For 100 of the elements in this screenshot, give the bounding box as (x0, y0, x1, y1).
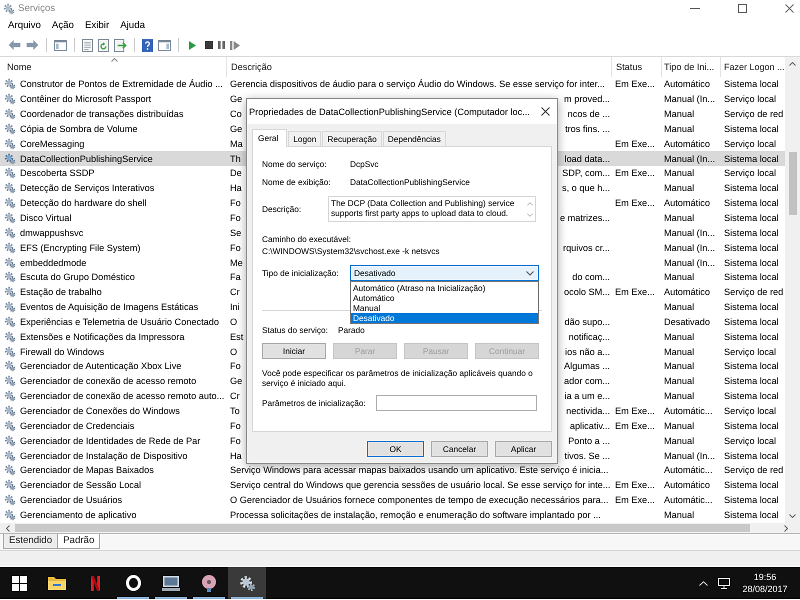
close-icon[interactable] (541, 107, 550, 116)
service-name[interactable]: embeddedmode (20, 258, 86, 268)
maximize-icon[interactable] (738, 4, 747, 13)
clock-time[interactable]: 19:56 (754, 571, 776, 583)
service-description: ocolo SM... (564, 287, 610, 298)
service-name[interactable]: Extensões e Notificações da Impressora (20, 332, 184, 342)
service-name[interactable]: Estação de trabalho (20, 287, 102, 298)
resume-icon[interactable] (230, 40, 240, 50)
view-tab[interactable]: Estendido (3, 534, 58, 549)
service-name[interactable]: Descoberta SSDP (20, 168, 95, 178)
dropdown-option[interactable]: Automático (Atraso na Inicialização) (351, 283, 538, 293)
dialog-button[interactable]: OK (367, 441, 424, 457)
pause-icon[interactable] (218, 41, 225, 49)
service-name[interactable]: Cópia de Sombra de Volume (20, 124, 138, 134)
service-name[interactable]: dmwappushsvc (20, 228, 84, 238)
dropdown-option[interactable]: Desativado (351, 313, 538, 323)
play-icon[interactable] (189, 40, 196, 50)
windows-icon[interactable] (12, 576, 26, 590)
export-icon[interactable] (114, 38, 127, 52)
service-name[interactable]: Gerenciador de Conexões do Windows (20, 406, 180, 416)
service-name[interactable]: Gerenciador de Sessão Local (20, 480, 142, 490)
service-name[interactable]: Gerenciador de Mapas Baixados (20, 465, 154, 476)
service-name[interactable]: Experiências e Telemetria de Usuário Conectado (20, 316, 220, 327)
service-name[interactable]: Detecção do hardware do shell (20, 198, 147, 208)
menu-item[interactable]: Ação (52, 20, 74, 31)
service-name[interactable]: Firewall do Windows (20, 346, 104, 357)
service-description: Serviço central do Windows que gerencia sessões de usuário local. Se esse serviço for inte... (230, 480, 610, 490)
service-name[interactable]: Detecção de Serviços Interativos (20, 183, 154, 194)
menu-item[interactable]: Ajuda (120, 20, 145, 31)
tab[interactable]: Geral (252, 129, 288, 147)
document-icon[interactable] (82, 38, 93, 52)
service-name[interactable]: Gerenciador de Credenciais (20, 420, 134, 431)
parameters-field[interactable] (376, 395, 537, 411)
column-header[interactable]: Status (612, 57, 662, 77)
chevron-up-icon[interactable] (699, 580, 708, 586)
service-name[interactable]: EFS (Encrypting File System) (20, 242, 140, 253)
column-header[interactable]: Nome (0, 57, 227, 77)
refresh-icon[interactable] (98, 38, 109, 52)
service-name[interactable]: CoreMessaging (20, 138, 84, 149)
close-icon[interactable] (785, 4, 794, 13)
menu-item[interactable]: Arquivo (8, 20, 41, 31)
service-name[interactable]: Gerenciador de Usuários (20, 495, 122, 506)
help-icon[interactable] (142, 38, 153, 52)
startup-type-dropdown[interactable]: Desativado (350, 265, 539, 281)
logon-account: Serviço local (724, 168, 776, 178)
service-name[interactable]: Gerenciador de Autenticação Xbox Live (20, 361, 182, 372)
logon-account: Sistema local (724, 242, 779, 253)
service-name[interactable]: DataCollectionPublishingService (20, 154, 153, 164)
clock-date[interactable]: 28/08/2017 (742, 583, 788, 595)
dropdown-option[interactable]: Automático (351, 293, 538, 303)
service-status: Em Exe... (615, 480, 655, 490)
logon-account: Sistema local (724, 495, 779, 506)
network-icon[interactable] (718, 578, 730, 588)
horizontal-scrollbar[interactable] (0, 523, 800, 533)
column-header[interactable]: Descrição (227, 57, 612, 77)
scroll-up-icon[interactable] (789, 62, 796, 66)
back-icon[interactable] (8, 40, 21, 50)
field-label: Tipo de inicialização: (262, 268, 340, 278)
scrollbar-thumb[interactable] (788, 152, 796, 215)
startup-type: Manual (664, 124, 694, 134)
pane-window-icon[interactable] (158, 40, 171, 50)
scrollbar-thumb[interactable] (15, 524, 750, 532)
dialog-button[interactable]: Aplicar (495, 441, 552, 457)
column-header[interactable]: Tipo de Ini... (662, 57, 721, 77)
service-description: Gerencia dispositivos de áudio para o serviço Áudio do Windows. Se esse serviço for inter... (230, 79, 605, 90)
tab[interactable]: Recuperação (322, 131, 382, 146)
service-name[interactable]: Coordenador de transações distribuídas (20, 109, 184, 120)
field-value: DataCollectionPublishingService (350, 177, 470, 187)
service-control-button[interactable]: Iniciar (262, 343, 326, 359)
scroll-down-icon[interactable] (789, 514, 796, 518)
service-name[interactable]: Construtor de Pontos de Extremidade de Áudio ... (20, 79, 223, 90)
service-name[interactable]: Eventos de Aquisição de Imagens Estáticas (20, 302, 198, 312)
field-value: C:\WINDOWS\System32\svchost.exe -k netsvcs (262, 245, 440, 257)
service-name[interactable]: Gerenciador de conexão de acesso remoto auto... (20, 391, 224, 402)
scroll-left-icon[interactable] (6, 524, 10, 532)
service-name[interactable]: Gerenciamento de aplicativo (20, 510, 136, 520)
tab[interactable]: Dependências (382, 131, 446, 146)
menu-item[interactable]: Exibir (84, 20, 110, 31)
view-tab[interactable]: Padrão (57, 534, 100, 549)
service-description: Serviço Windows para acessar mapas baixados usando um aplicativo. Este serviço é inicia... (230, 465, 608, 476)
service-name[interactable]: Gerenciador de Instalação de Dispositivo (20, 450, 188, 461)
service-name[interactable]: Gerenciador de conexão de acesso remoto (20, 376, 196, 386)
logon-account: Sistema local (724, 154, 779, 164)
dialog-button[interactable]: Cancelar (431, 441, 488, 457)
service-name[interactable]: Contêiner do Microsoft Passport (20, 94, 152, 104)
service-name[interactable]: Disco Virtual (20, 213, 72, 224)
startup-type: Manual (664, 436, 694, 446)
forward-icon[interactable] (26, 40, 39, 50)
pane-window-icon[interactable] (54, 40, 67, 50)
column-header[interactable]: Fazer Logon ... (721, 57, 785, 77)
tab[interactable]: Logon (288, 131, 322, 146)
service-name[interactable]: Escuta do Grupo Doméstico (20, 272, 135, 282)
taskbar-button[interactable] (228, 567, 266, 599)
logon-account: Sistema local (724, 450, 779, 461)
vertical-scrollbar[interactable] (785, 57, 800, 523)
service-name[interactable]: Gerenciador de Identidades de Rede de Par (20, 436, 200, 446)
dropdown-option[interactable]: Manual (351, 303, 538, 313)
service-status: Em Exe... (615, 406, 655, 416)
startup-type: Desativado (664, 316, 710, 327)
scroll-right-icon[interactable] (784, 524, 788, 532)
